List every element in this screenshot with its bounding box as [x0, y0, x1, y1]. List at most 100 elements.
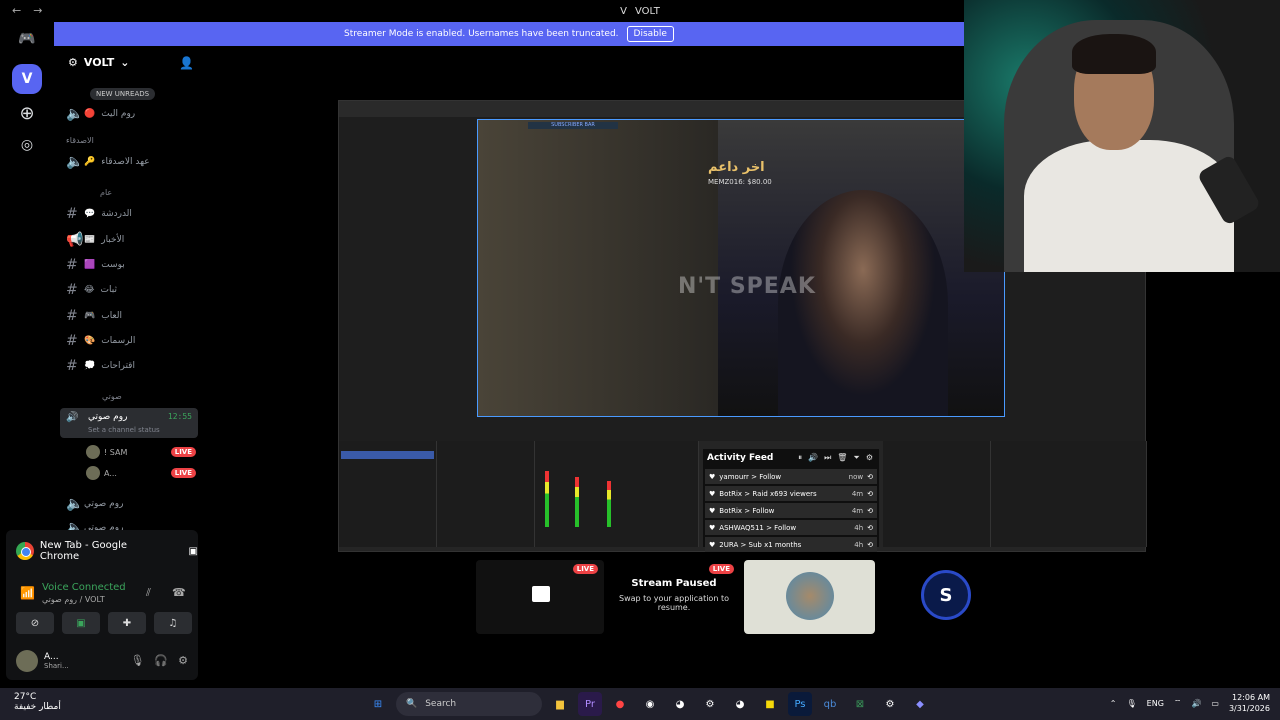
live-badge: LIVE [170, 468, 196, 478]
mic-icon[interactable]: 🎙 [1127, 699, 1137, 708]
window-title: VOLT [635, 5, 660, 17]
sources-dock [437, 441, 535, 547]
avatar [86, 466, 100, 480]
filter-icon[interactable]: ⏷ [853, 453, 859, 463]
user-info[interactable]: A... Shari... [16, 650, 69, 672]
channel-status[interactable]: Set a channel status [88, 426, 160, 434]
camera-off-button[interactable]: ⊘ [16, 612, 54, 634]
voice-connected-label[interactable]: Voice Connected [42, 582, 126, 593]
excel-icon[interactable]: ⊠ [848, 692, 872, 716]
speaker-icon: 🔊 [66, 412, 79, 423]
voice-timer: 12:55 [167, 412, 192, 421]
mic-icon[interactable]: 🎙 [130, 654, 144, 667]
activity-text: BotRix > Raid x693 viewers [719, 489, 817, 498]
activity-app[interactable]: New Tab - Google Chrome ▣ [16, 540, 198, 562]
activity-row[interactable]: ♥ ASHWAQ511 > Follow 4h ⟲ [705, 520, 877, 535]
photoshop-icon[interactable]: Ps [788, 692, 812, 716]
premiere-icon[interactable]: Pr [578, 692, 602, 716]
disable-button[interactable]: Disable [626, 26, 674, 42]
voice-channel-active[interactable]: 🔊 روم صوتي 12:55 Set a channel status [60, 408, 198, 438]
category-voice[interactable]: صوتي [102, 392, 122, 401]
activities-button[interactable]: ✚ [108, 612, 146, 634]
qbittorrent-icon[interactable]: qb [818, 692, 842, 716]
discord-home-icon[interactable]: 🎮 [12, 24, 42, 54]
server-logo-icon: S [921, 570, 971, 620]
weather-widget[interactable]: 27°C أمطار خفيفة [14, 692, 61, 712]
back-arrow-icon[interactable]: ← [12, 4, 21, 17]
language-indicator[interactable]: ENG [1147, 699, 1164, 708]
search-box[interactable]: 🔍 Search [396, 692, 542, 716]
app-icon[interactable]: ● [608, 692, 632, 716]
channel-item[interactable]: # 🎮 العاب [66, 306, 198, 326]
activity-time: 4h [854, 523, 864, 532]
activity-row[interactable]: ♥ 2URA > Sub x1 months 4h ⟲ [705, 537, 877, 552]
volume-icon[interactable]: 🔊 [808, 453, 818, 463]
user-tile[interactable]: S [879, 560, 1010, 634]
settings-icon[interactable]: ⚙ [866, 453, 873, 463]
user-name: A... [44, 652, 59, 662]
add-server-icon[interactable]: ⊕ [12, 98, 42, 128]
activity-row[interactable]: ♥ BotRix > Follow 4m ⟲ [705, 503, 877, 518]
battery-icon[interactable]: ▭ [1211, 699, 1219, 708]
channel-item[interactable]: 📢 📰 الأخبار [66, 230, 198, 250]
category-general[interactable]: عام [100, 188, 112, 197]
controls-dock [991, 441, 1147, 547]
stream-tile[interactable]: LIVE [476, 560, 604, 634]
noise-icon[interactable]: ⫽ [146, 586, 151, 600]
steam-icon[interactable]: ⚙ [698, 692, 722, 716]
pause-icon[interactable]: ⏸ [798, 453, 802, 463]
channel-emoji: 💬 [84, 209, 96, 219]
channel-item[interactable]: # 💬 الدردشة [66, 204, 198, 224]
settings-gear-icon[interactable]: ⚙ [178, 654, 188, 667]
channel-item[interactable]: 🔈 🔑 عهد الاصدقاء [66, 152, 198, 172]
channel-item[interactable]: # 🟪 بوست [66, 255, 198, 275]
clock[interactable]: 12:06 AM 3/31/2026 [1229, 692, 1270, 714]
chrome-icon[interactable]: ◕ [668, 692, 692, 716]
search-icon: 🔍 [406, 699, 418, 709]
channel-label: روم اليث [101, 109, 136, 119]
channel-item[interactable]: # 🎨 الرسمات [66, 331, 198, 351]
channel-label: اقتراحات [101, 361, 135, 371]
headphones-icon[interactable]: 🎧 [154, 654, 168, 667]
server-header[interactable]: ⚙ VOLT ⌄ [68, 56, 129, 69]
chevron-down-icon: ⌄ [120, 56, 130, 69]
disconnect-icon[interactable]: ☎ [172, 586, 186, 599]
file-explorer-icon[interactable]: ▆ [548, 692, 572, 716]
screen-share-button[interactable]: ▣ [62, 612, 100, 634]
live-badge: LIVE [572, 564, 598, 574]
activity-row[interactable]: ♥ yamourr > Follow now ⟲ [705, 469, 877, 484]
wifi-icon[interactable]: ⌔ [1174, 698, 1182, 708]
discover-icon[interactable]: ◎ [12, 130, 42, 160]
voice-user[interactable]: ! SAM LIVE [86, 442, 196, 462]
skip-icon[interactable]: ⏭ [824, 453, 831, 463]
server-volt-icon[interactable]: V [12, 64, 42, 94]
channel-item[interactable]: # 💭 اقتراحات [66, 356, 198, 376]
settings-icon[interactable]: ⚙ [878, 692, 902, 716]
transitions-dock [883, 441, 991, 547]
activity-row[interactable]: ♥ BotRix > Raid x693 viewers 4m ⟲ [705, 486, 877, 501]
soundboard-button[interactable]: ♫ [154, 612, 192, 634]
forward-arrow-icon[interactable]: → [33, 4, 42, 17]
chrome-icon[interactable]: ◕ [728, 692, 752, 716]
obs-icon[interactable]: ◉ [638, 692, 662, 716]
stream-paused-tile[interactable]: LIVE Stream Paused Swap to your applicat… [608, 560, 740, 634]
voice-channel[interactable]: 🔈 روم صوتي [66, 494, 198, 514]
chevron-up-icon[interactable]: ⌃ [1110, 699, 1117, 708]
voice-channel-name: روم صوتي [88, 412, 128, 422]
user-tile[interactable] [744, 560, 875, 634]
monitor-icon [532, 586, 550, 602]
voice-connection-sub[interactable]: روم صوتي / VOLT [42, 595, 105, 604]
channel-item[interactable]: # 😂 ثبات [66, 280, 198, 300]
new-unreads-pill[interactable]: NEW UNREADS [90, 88, 156, 100]
trash-icon[interactable]: 🗑 [837, 453, 847, 463]
channel-item[interactable]: 🔈 🔴 روم اليث [66, 104, 198, 124]
discord-icon[interactable]: ◆ [908, 692, 932, 716]
user-panel: New Tab - Google Chrome ▣ 📶 Voice Connect… [6, 530, 198, 680]
stream-paused-sub: Swap to your application to resume. [619, 594, 729, 612]
category-friends[interactable]: الاصدقاء [66, 136, 94, 145]
sticky-notes-icon[interactable]: ■ [758, 692, 782, 716]
volume-icon[interactable]: 🔊 [1191, 699, 1201, 708]
voice-user[interactable]: A... LIVE [86, 463, 196, 483]
start-icon[interactable]: ⊞ [366, 692, 390, 716]
add-member-icon[interactable]: 👤 [179, 56, 194, 70]
